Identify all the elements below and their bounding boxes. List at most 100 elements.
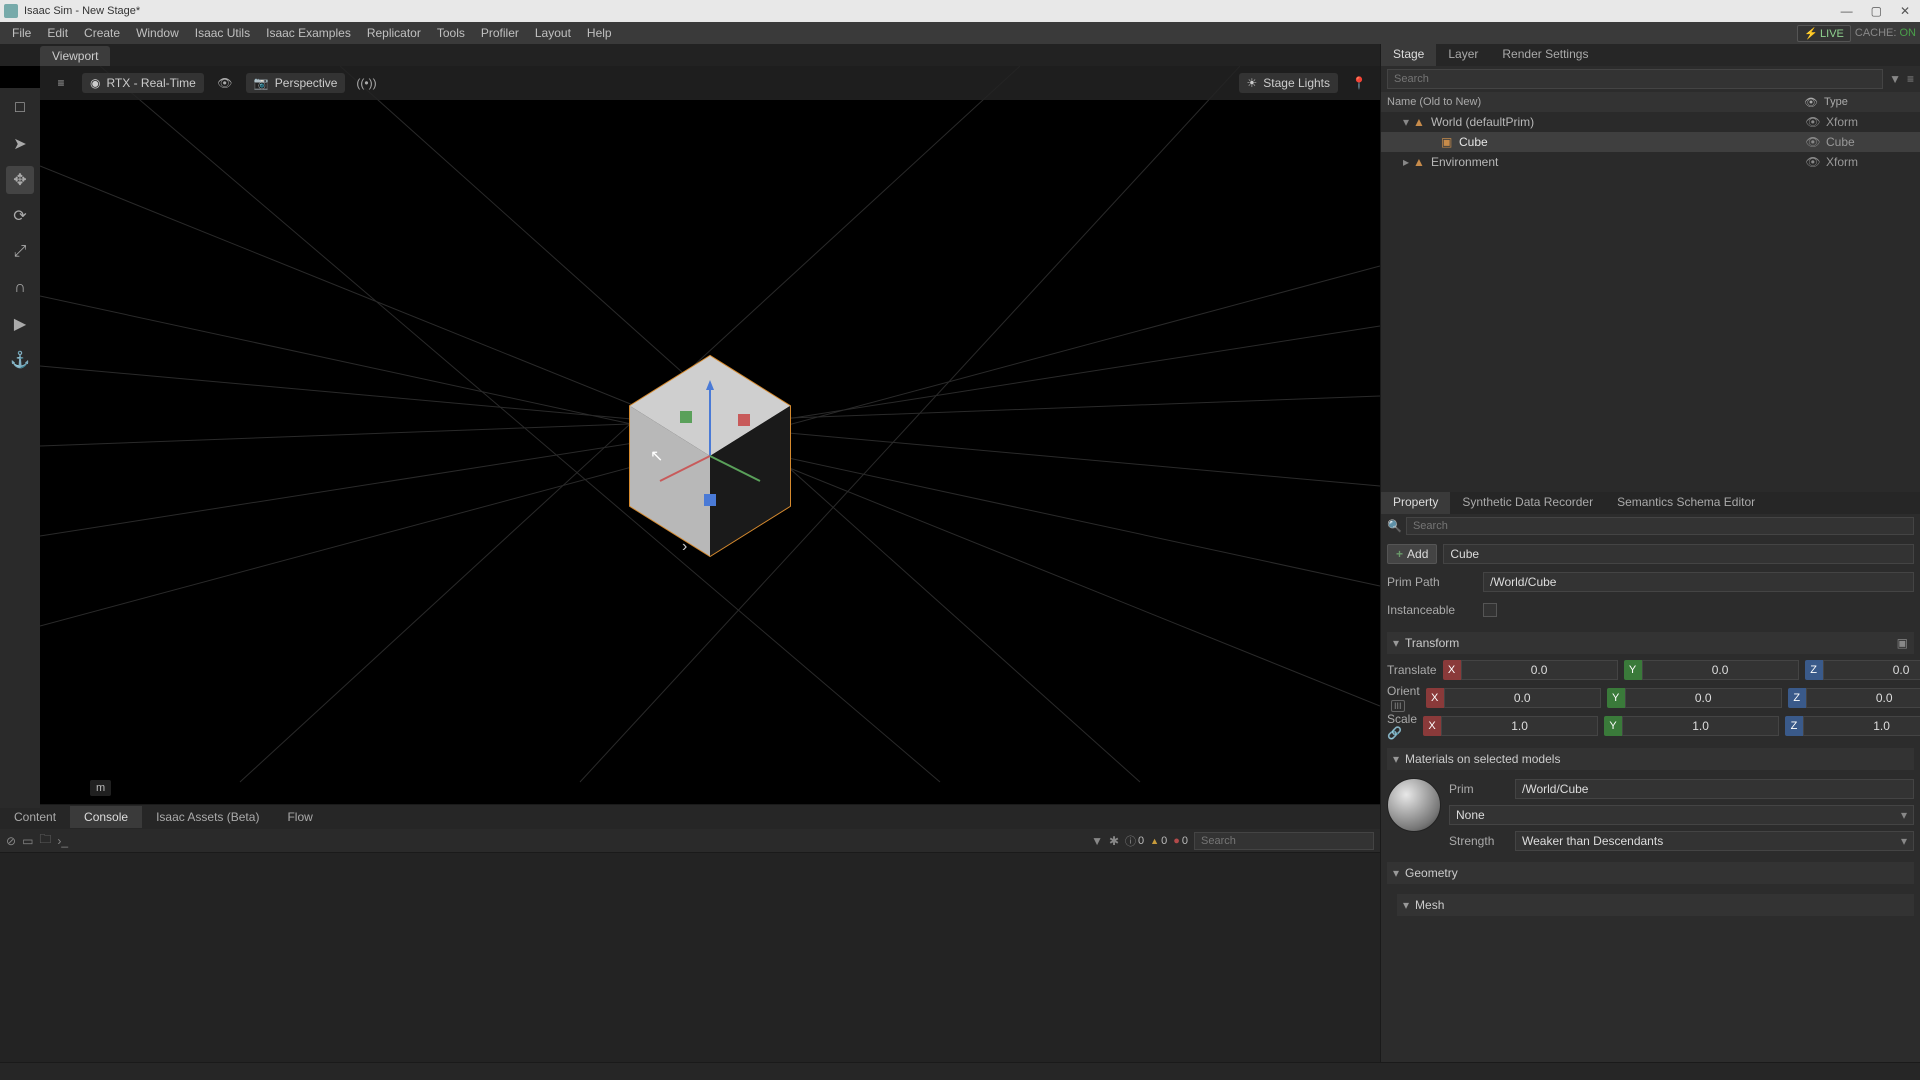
menu-tools[interactable]: Tools (429, 26, 473, 40)
tab-console[interactable]: Console (70, 806, 142, 828)
signal-icon[interactable]: ((•)) (353, 70, 379, 96)
strength-dropdown[interactable]: Weaker than Descendants (1515, 831, 1914, 851)
visibility-icon[interactable]: 👁 (1800, 155, 1826, 169)
section-mesh[interactable]: Mesh (1397, 894, 1914, 916)
visibility-icon[interactable]: 👁 (1800, 115, 1826, 129)
instanceable-checkbox[interactable] (1483, 603, 1497, 617)
open-icon[interactable]: 🗀 (39, 830, 51, 851)
snow-icon[interactable]: ✱ (1109, 834, 1119, 848)
mat-prim-field[interactable]: /World/Cube (1515, 779, 1914, 799)
mat-strength-label: Strength (1449, 834, 1509, 848)
eye-icon[interactable]: 👁 (212, 70, 238, 96)
prim-name-field[interactable]: Cube (1443, 544, 1914, 564)
orient-y[interactable] (1625, 688, 1782, 708)
viewport[interactable]: › ↖ m ≡ ◉ RTX - Real-Time 👁 📷 Perspectiv… (0, 66, 1380, 804)
tool-arrow[interactable]: ➤ (6, 130, 34, 158)
tab-isaac-assets[interactable]: Isaac Assets (Beta) (142, 806, 273, 828)
tool-play[interactable]: ▶ (6, 310, 34, 338)
tool-select-rect[interactable]: □ (6, 94, 34, 122)
filter-icon[interactable]: ▼ (1091, 834, 1103, 848)
expand-toggle[interactable]: ▾ (1399, 115, 1413, 129)
translate-y[interactable] (1642, 660, 1799, 680)
menu-replicator[interactable]: Replicator (359, 26, 429, 40)
menu-help[interactable]: Help (579, 26, 620, 40)
error-count[interactable]: 0 (1173, 835, 1188, 847)
maximize-button[interactable]: ▢ (1871, 4, 1882, 18)
scale-y[interactable] (1622, 716, 1779, 736)
console-toolbar: ⊘ ▭ 🗀 ›_ ▼ ✱ ⓘ0 0 0 (0, 829, 1380, 853)
tab-property[interactable]: Property (1381, 492, 1450, 514)
tool-anchor[interactable]: ⚓ (6, 346, 34, 374)
hamburger-icon[interactable]: ≡ (48, 70, 74, 96)
menu-edit[interactable]: Edit (39, 26, 76, 40)
menu-layout[interactable]: Layout (527, 26, 579, 40)
prompt-icon[interactable]: ›_ (57, 834, 68, 848)
cursor-icon: ↖ (650, 446, 663, 466)
axis-x-icon: X (1423, 716, 1441, 736)
orient-z[interactable] (1806, 688, 1920, 708)
tab-semantics[interactable]: Semantics Schema Editor (1605, 492, 1767, 514)
visibility-icon[interactable]: 👁 (1800, 135, 1826, 149)
scale-x[interactable] (1441, 716, 1598, 736)
tool-rotate[interactable]: ⟳ (6, 202, 34, 230)
section-geometry[interactable]: Geometry (1387, 862, 1914, 884)
col-name[interactable]: Name (Old to New) (1387, 96, 1798, 108)
stage-lights-toggle[interactable]: ☀ Stage Lights (1239, 73, 1338, 93)
material-dropdown[interactable]: None (1449, 805, 1914, 825)
translate-x[interactable] (1461, 660, 1618, 680)
tab-flow[interactable]: Flow (273, 806, 326, 828)
menu-isaac-examples[interactable]: Isaac Examples (258, 26, 359, 40)
copy-icon[interactable]: ▭ (22, 834, 33, 848)
stage-search-input[interactable] (1387, 69, 1883, 89)
tab-viewport[interactable]: Viewport (40, 46, 110, 66)
tree-row[interactable]: ▣Cube👁Cube (1381, 132, 1920, 152)
material-preview[interactable] (1387, 778, 1441, 832)
scale-z[interactable] (1803, 716, 1920, 736)
clear-icon[interactable]: ⊘ (6, 834, 16, 848)
property-search-input[interactable] (1406, 517, 1914, 535)
tool-scale[interactable]: ⤢ (6, 238, 34, 266)
info-count[interactable]: ⓘ0 (1125, 833, 1144, 849)
stage-tree[interactable]: ▾▲World (defaultPrim)👁Xform▣Cube👁Cube▸▲E… (1381, 112, 1920, 492)
tab-content[interactable]: Content (0, 806, 70, 828)
renderer-dropdown[interactable]: ◉ RTX - Real-Time (82, 73, 204, 93)
tab-synthetic-data[interactable]: Synthetic Data Recorder (1450, 492, 1605, 514)
translate-z[interactable] (1823, 660, 1920, 680)
minimize-button[interactable]: — (1841, 4, 1853, 18)
menu-window[interactable]: Window (128, 26, 187, 40)
tree-row[interactable]: ▸▲Environment👁Xform (1381, 152, 1920, 172)
section-transform[interactable]: Transform ▣ (1387, 632, 1914, 654)
axis-x-icon: X (1426, 688, 1444, 708)
console-output[interactable] (0, 853, 1380, 1062)
warn-count[interactable]: 0 (1150, 835, 1167, 847)
menu-file[interactable]: File (4, 26, 39, 40)
tab-stage[interactable]: Stage (1381, 44, 1436, 66)
tool-move[interactable]: ✥ (6, 166, 34, 194)
orient-x[interactable] (1444, 688, 1601, 708)
menu-create[interactable]: Create (76, 26, 128, 40)
prim-path-field[interactable]: /World/Cube (1483, 572, 1914, 592)
add-button[interactable]: Add (1387, 544, 1437, 564)
tab-render-settings[interactable]: Render Settings (1490, 44, 1600, 66)
tool-snap[interactable]: ∩ (6, 274, 34, 302)
console-search-input[interactable] (1194, 832, 1374, 850)
live-badge[interactable]: LIVE (1797, 25, 1851, 42)
renderer-label: RTX - Real-Time (106, 76, 195, 90)
close-button[interactable]: ✕ (1900, 4, 1910, 18)
expand-toggle[interactable]: ▸ (1399, 155, 1413, 169)
tree-row[interactable]: ▾▲World (defaultPrim)👁Xform (1381, 112, 1920, 132)
transform-options-icon[interactable]: ▣ (1897, 636, 1908, 650)
link-icon[interactable]: 🔗 (1387, 726, 1402, 740)
filter-icon[interactable]: ▼ (1889, 72, 1901, 86)
menu-isaac-utils[interactable]: Isaac Utils (187, 26, 258, 40)
pin-icon[interactable]: 📍 (1346, 70, 1372, 96)
options-icon[interactable]: ≡ (1907, 72, 1914, 86)
viewport-canvas[interactable]: › ↖ m (40, 66, 1380, 804)
section-materials[interactable]: Materials on selected models (1387, 748, 1914, 770)
tab-layer[interactable]: Layer (1436, 44, 1490, 66)
statusbar (0, 1062, 1920, 1080)
menu-profiler[interactable]: Profiler (473, 26, 527, 40)
camera-dropdown[interactable]: 📷 Perspective (246, 73, 346, 93)
prim-path-label: Prim Path (1387, 575, 1477, 589)
cube-gizmo[interactable]: › (610, 346, 810, 566)
